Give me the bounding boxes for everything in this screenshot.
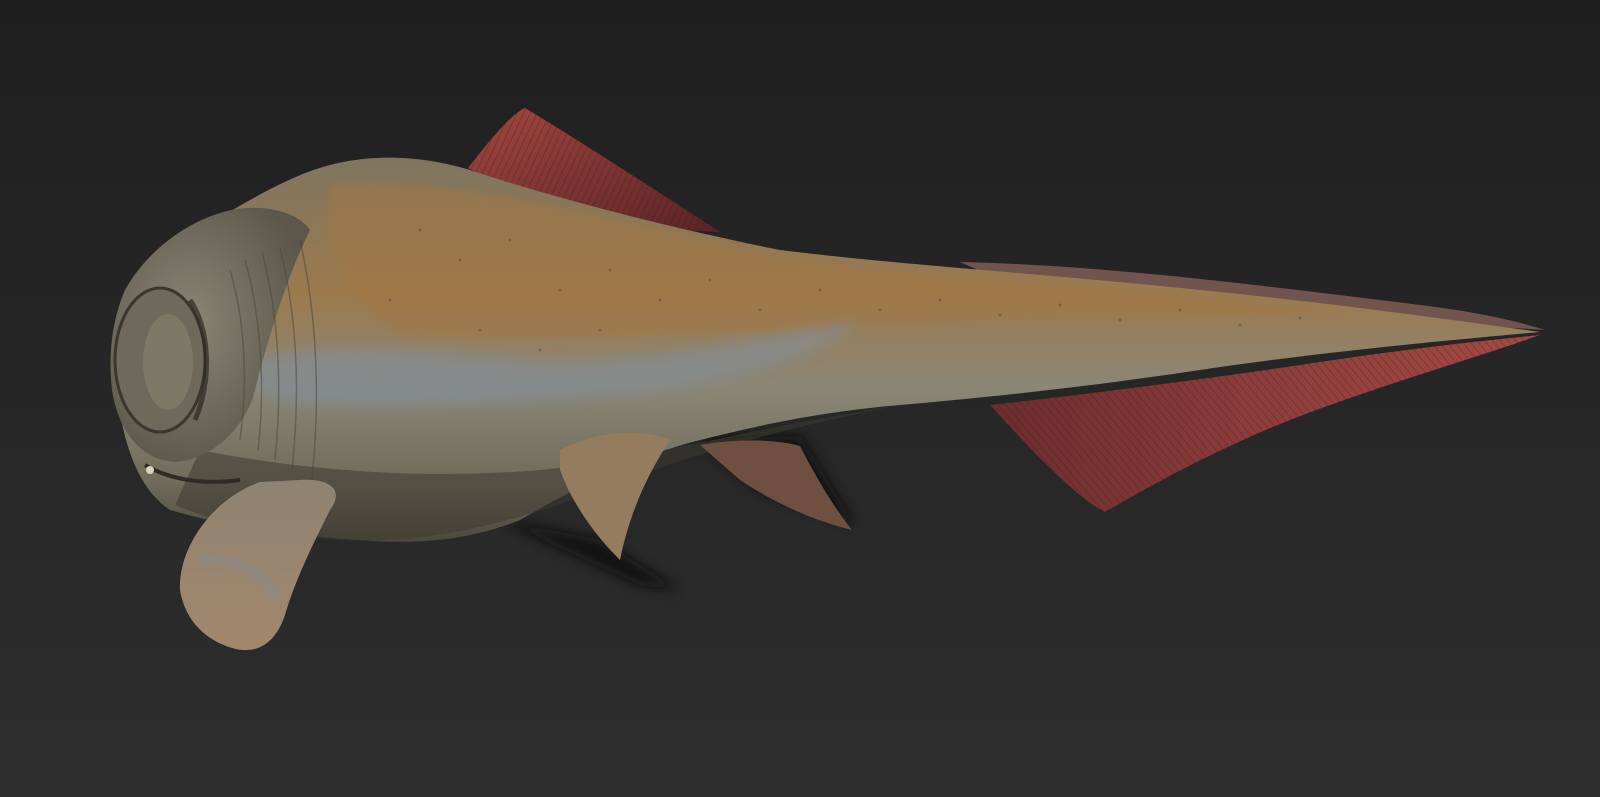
fish-render (0, 0, 1600, 797)
render-viewport (0, 0, 1600, 797)
